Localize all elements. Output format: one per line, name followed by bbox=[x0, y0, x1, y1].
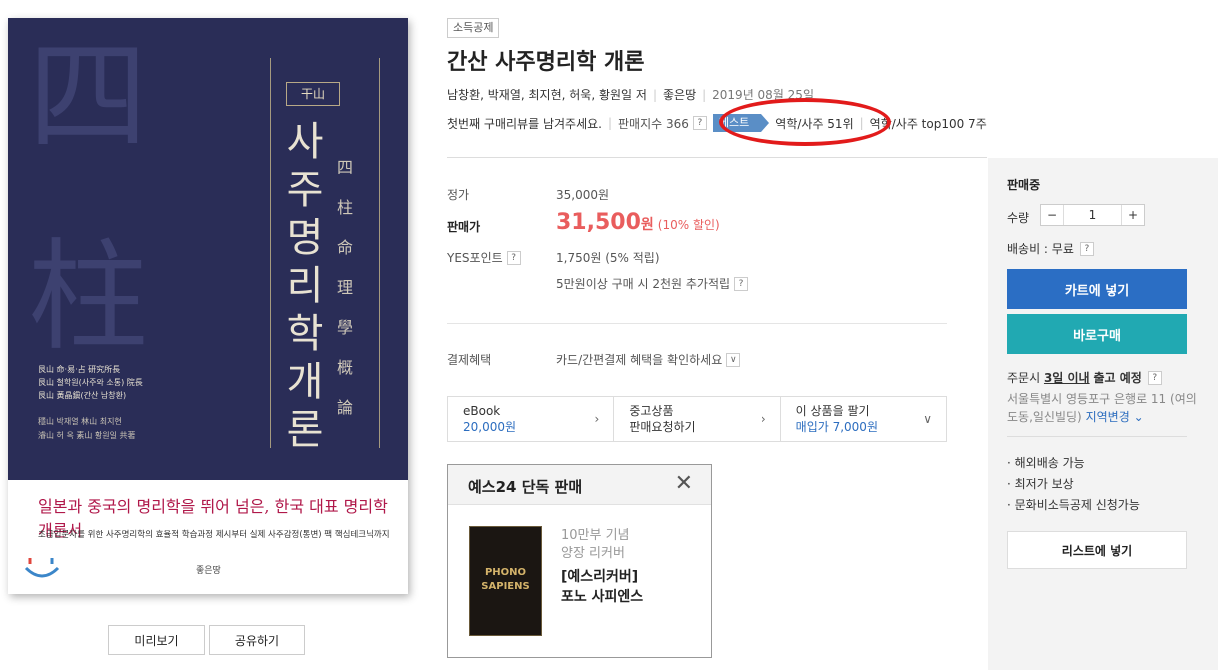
cover-subtitle: 四柱命理學概論 bbox=[336, 158, 353, 417]
help-icon[interactable]: ? bbox=[1079, 241, 1094, 256]
promo-subtitle: 10만부 기념 양장 리커버 bbox=[561, 528, 630, 561]
tax-deduction-tag: 소득공제 bbox=[447, 18, 500, 38]
discount-percent: (10% 할인) bbox=[657, 218, 720, 232]
points-extra-row: 5만원이상 구매 시 2천원 추가적립 ? bbox=[556, 275, 749, 292]
exclusive-promo: 예스24 단독 판매 ✕ PHONO SAPIENS 10만부 기념 양장 리커… bbox=[447, 464, 712, 658]
divider-line bbox=[447, 157, 987, 158]
feature-overseas: · 해외배송 가능 bbox=[1007, 456, 1085, 470]
payment-benefit-row[interactable]: 카드/간편결제 혜택을 확인하세요 ∨ bbox=[556, 351, 741, 368]
quantity-stepper: − 1 + bbox=[1040, 204, 1145, 226]
product-title: 간산 사주명리학 개론 bbox=[447, 50, 645, 75]
change-region-link[interactable]: 지역변경 bbox=[1086, 410, 1130, 424]
sale-status: 판매중 bbox=[1007, 178, 1041, 192]
smile-logo-icon bbox=[24, 558, 60, 578]
divider: | bbox=[607, 116, 613, 130]
points-label-row: YES포인트 ? bbox=[447, 249, 521, 266]
cover-description: 초급입문자를 위한 사주명리학의 효율적 학습과정 제시부터 실제 사주감정(통… bbox=[38, 530, 390, 540]
divider: | bbox=[702, 87, 707, 102]
option-used[interactable]: 중고상품 판매요청하기 › bbox=[614, 397, 781, 441]
chevron-down-icon: ∨ bbox=[923, 412, 932, 426]
add-to-list-button[interactable]: 리스트에 넣기 bbox=[1007, 531, 1187, 569]
review-rank-row: 첫번째 구매리뷰를 남겨주세요. | 판매지수 366 ? 베스트 역학/사주 … bbox=[447, 114, 987, 132]
payment-benefit-label: 결제혜택 bbox=[447, 353, 492, 367]
chevron-right-icon: › bbox=[594, 412, 600, 426]
cover-title: 사주명리학개론 bbox=[286, 119, 324, 453]
points-label: YES포인트 bbox=[447, 251, 503, 265]
help-icon[interactable]: ? bbox=[506, 250, 521, 265]
shipping-row: 배송비 : 무료 ? bbox=[1007, 240, 1094, 257]
buy-now-button[interactable]: 바로구매 bbox=[1007, 314, 1187, 354]
author-list[interactable]: 남창환, 박재열, 최지현, 허욱, 황원일 저 bbox=[447, 86, 647, 103]
promo-book-name[interactable]: [예스리커버] 포노 사피엔스 bbox=[561, 567, 643, 607]
cover-coauthors: 穩山 박재열 林山 최지현 濬山 허 옥 素山 황원일 共著 bbox=[38, 417, 136, 440]
quantity-label: 수량 bbox=[1007, 211, 1030, 225]
promo-book-image[interactable]: PHONO SAPIENS bbox=[469, 526, 542, 636]
publisher-link[interactable]: 좋은땅 bbox=[663, 86, 696, 103]
points-value: 1,750원 (5% 적립) bbox=[556, 251, 660, 265]
highlight-annotation bbox=[719, 98, 891, 146]
option-ebook[interactable]: eBook 20,000원 › bbox=[448, 397, 615, 441]
help-icon[interactable]: ? bbox=[734, 276, 749, 291]
feature-lowest-price: · 최저가 보상 bbox=[1007, 477, 1074, 491]
sales-index: 판매지수 366 bbox=[618, 116, 689, 131]
divider-line bbox=[447, 323, 947, 324]
author-row: 남창환, 박재열, 최지현, 허욱, 황원일 저 | 좋은땅 | 2019년 0… bbox=[447, 86, 814, 103]
cover-publisher: 좋은땅 bbox=[196, 566, 221, 576]
points-extra: 5만원이상 구매 시 2천원 추가적립 bbox=[556, 277, 731, 291]
cover-dark-area: 四 柱 干山 사주명리학개론 四柱命理學概論 艮山 命·易·占 研究所長 艮山 … bbox=[8, 18, 408, 480]
feature-culture-deduction: · 문화비소득공제 신청가능 bbox=[1007, 498, 1140, 512]
purchase-panel: 판매중 수량 − 1 + 배송비 : 무료 ? 카트에 넣기 바로구매 주문시 … bbox=[988, 158, 1218, 670]
sale-price-label: 판매가 bbox=[447, 220, 481, 234]
purchase-options: eBook 20,000원 › 중고상품 판매요청하기 › 이 상품을 팔기 매… bbox=[447, 396, 947, 442]
chevron-down-icon: ⌄ bbox=[1129, 410, 1144, 424]
chevron-right-icon: › bbox=[760, 412, 766, 426]
sale-price: 31,500원 (10% 할인) bbox=[556, 210, 720, 235]
help-icon[interactable]: ? bbox=[1147, 370, 1162, 385]
quantity-input[interactable]: 1 bbox=[1063, 205, 1122, 225]
divider-line bbox=[1007, 436, 1187, 437]
book-cover[interactable]: 四 柱 干山 사주명리학개론 四柱命理學概論 艮山 命·易·占 研究所長 艮山 … bbox=[8, 18, 408, 594]
delivery-address: 서울특별시 영등포구 은행로 11 (여의도동,일신빌딩) 지역변경 ⌄ bbox=[1007, 392, 1197, 424]
quantity-minus-button[interactable]: − bbox=[1041, 205, 1063, 225]
cover-badge: 干山 bbox=[286, 82, 340, 106]
option-sell[interactable]: 이 상품을 팔기 매입가 7,000원 ∨ bbox=[781, 397, 946, 441]
promo-title: 예스24 단독 판매 bbox=[468, 478, 583, 496]
cover-char-bottom: 柱 bbox=[28, 228, 148, 367]
delivery-estimate: 주문시 3일 이내 출고 예정 ? bbox=[1007, 369, 1162, 386]
list-price-label: 정가 bbox=[447, 188, 470, 202]
list-price-value: 35,000원 bbox=[556, 188, 610, 202]
promo-header: 예스24 단독 판매 ✕ bbox=[448, 465, 711, 505]
chevron-down-icon[interactable]: ∨ bbox=[726, 352, 741, 367]
divider: | bbox=[652, 87, 657, 102]
sale-price-unit: 원 bbox=[640, 217, 654, 233]
cover-authors: 艮山 命·易·占 研究所長 艮山 철학원(사주와 소통) 院長 艮山 黃晶鎭(간… bbox=[38, 365, 143, 400]
cover-char-top: 四 bbox=[28, 28, 148, 167]
add-to-cart-button[interactable]: 카트에 넣기 bbox=[1007, 269, 1187, 309]
help-icon[interactable]: ? bbox=[692, 116, 707, 130]
quantity-plus-button[interactable]: + bbox=[1122, 205, 1144, 225]
review-prompt-link[interactable]: 첫번째 구매리뷰를 남겨주세요. bbox=[447, 115, 602, 132]
shipping-fee: 배송비 : 무료 bbox=[1007, 242, 1074, 256]
product-page: 四 柱 干山 사주명리학개론 四柱命理學概論 艮山 命·易·占 研究所長 艮山 … bbox=[0, 0, 1218, 670]
sale-price-value: 31,500 bbox=[556, 210, 641, 235]
share-button[interactable]: 공유하기 bbox=[209, 625, 305, 655]
preview-button[interactable]: 미리보기 bbox=[108, 625, 205, 655]
close-icon[interactable]: ✕ bbox=[675, 473, 693, 495]
payment-benefit-text[interactable]: 카드/간편결제 혜택을 확인하세요 bbox=[556, 351, 722, 368]
